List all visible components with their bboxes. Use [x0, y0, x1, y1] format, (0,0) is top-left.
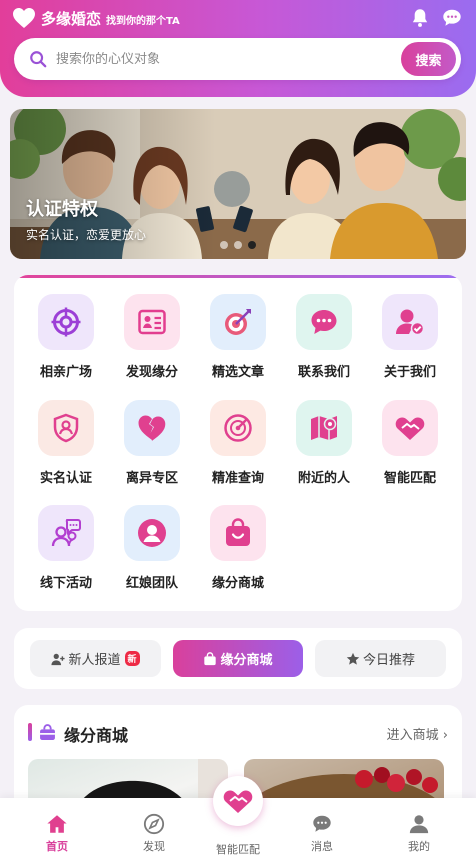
tab-daily-picks[interactable]: 今日推荐 [315, 640, 446, 677]
compass-icon [143, 813, 165, 835]
section-title: 缘分商城 [64, 726, 129, 745]
star-icon [346, 652, 360, 665]
profile-card-icon [138, 309, 166, 335]
menu-item-discover[interactable]: 发现缘分 [112, 294, 192, 380]
user-plus-icon [51, 653, 66, 665]
brand: 多缘婚恋 找到你的那个TA [12, 6, 180, 30]
menu-item-smart-match[interactable]: 智能匹配 [370, 400, 450, 486]
feature-menu: 相亲广场 发现缘分 精选文章 联系我们 关于我们 实名认证 离异专区 精准查询 … [14, 275, 462, 611]
app-slogan: 找到你的那个TA [106, 15, 180, 27]
menu-item-offline-events[interactable]: 线下活动 [26, 505, 106, 591]
menu-item-articles[interactable]: 精选文章 [198, 294, 278, 380]
app-name: 多缘婚恋 [41, 9, 102, 28]
menu-item-shop[interactable]: 缘分商城 [198, 505, 278, 591]
group-chat-icon [51, 519, 81, 547]
menu-label: 相亲广场 [39, 365, 92, 380]
chat-bubble-icon [311, 310, 337, 334]
menu-label: 红娘团队 [125, 576, 178, 591]
nav-label: 发现 [143, 840, 165, 853]
broken-heart-icon [138, 415, 166, 441]
menu-item-divorced[interactable]: 离异专区 [112, 400, 192, 486]
menu-label: 精准查询 [211, 471, 264, 486]
nav-smart-match-label: 智能匹配 [216, 843, 260, 856]
menu-item-dating-plaza[interactable]: 相亲广场 [26, 294, 106, 380]
menu-label: 智能匹配 [383, 471, 436, 486]
nav-home[interactable]: 首页 [17, 798, 97, 854]
top-header: 多缘婚恋 找到你的那个TA 搜索 [0, 0, 476, 97]
menu-item-verification[interactable]: 实名认证 [26, 400, 106, 486]
menu-label: 联系我们 [297, 365, 350, 380]
radar-icon [224, 414, 252, 442]
menu-label: 精选文章 [211, 365, 264, 380]
message-icon [313, 815, 331, 832]
tab-newcomers[interactable]: 新人报道 新 [30, 640, 161, 677]
handshake-heart-icon [395, 417, 425, 440]
tab-label: 缘分商城 [220, 653, 273, 668]
search-button[interactable]: 搜索 [401, 42, 456, 76]
map-pin-icon [311, 416, 337, 440]
view-shop-link[interactable]: 进入商城 › [387, 724, 448, 743]
target-icon [51, 307, 81, 337]
nav-label: 首页 [46, 840, 68, 853]
menu-item-matchmaker-team[interactable]: 红娘团队 [112, 505, 192, 591]
menu-item-about[interactable]: 关于我们 [370, 294, 450, 380]
menu-label: 发现缘分 [125, 365, 178, 380]
section-tabs: 新人报道 新 缘分商城 今日推荐 [14, 628, 462, 689]
shopping-bag-icon [226, 518, 250, 546]
home-icon [47, 815, 67, 833]
menu-label: 关于我们 [383, 365, 436, 380]
carousel-dot[interactable] [234, 241, 242, 249]
nav-label: 消息 [311, 840, 333, 853]
carousel-dots [10, 241, 466, 249]
tab-label: 新人报道 [68, 653, 121, 668]
bottom-nav: 首页 发现 智能匹配 消息 我的 [0, 776, 476, 862]
nav-messages[interactable]: 消息 [282, 798, 362, 854]
shield-user-icon [53, 413, 79, 443]
menu-label: 附近的人 [297, 471, 350, 486]
menu-item-precise-search[interactable]: 精准查询 [198, 400, 278, 486]
tab-label: 今日推荐 [362, 653, 415, 668]
user-icon [409, 815, 429, 834]
heart-logo-icon [13, 8, 35, 28]
menu-label: 缘分商城 [211, 576, 264, 591]
dart-icon [225, 309, 251, 335]
chat-icon[interactable] [441, 7, 463, 29]
nav-label: 我的 [408, 840, 430, 853]
nav-discover[interactable]: 发现 [114, 798, 194, 854]
new-badge: 新 [124, 651, 140, 666]
search-icon [30, 51, 47, 68]
section-accent [28, 723, 32, 741]
menu-label: 实名认证 [39, 471, 92, 486]
menu-item-contact[interactable]: 联系我们 [284, 294, 364, 380]
promo-banner[interactable]: 认证特权 实名认证，恋爱更放心 [10, 109, 466, 259]
chevron-right-icon: › [442, 728, 448, 743]
shop-bag-icon [40, 724, 55, 740]
carousel-dot[interactable] [220, 241, 228, 249]
bell-icon[interactable] [409, 7, 431, 29]
shop-icon [204, 651, 217, 665]
search-bar: 搜索 [14, 38, 461, 80]
view-shop-label: 进入商城 [386, 728, 439, 743]
search-input[interactable] [56, 51, 386, 67]
handshake-heart-icon [223, 790, 253, 813]
tab-shop[interactable]: 缘分商城 [173, 640, 303, 677]
user-check-icon [396, 309, 425, 336]
person-circle-icon [138, 519, 166, 547]
carousel-dot-active[interactable] [248, 241, 256, 249]
nav-profile[interactable]: 我的 [379, 798, 459, 854]
nav-smart-match-button[interactable] [213, 776, 263, 826]
menu-label: 离异专区 [125, 471, 178, 486]
menu-item-nearby[interactable]: 附近的人 [284, 400, 364, 486]
menu-label: 线下活动 [39, 576, 92, 591]
banner-title: 认证特权 [26, 199, 98, 220]
